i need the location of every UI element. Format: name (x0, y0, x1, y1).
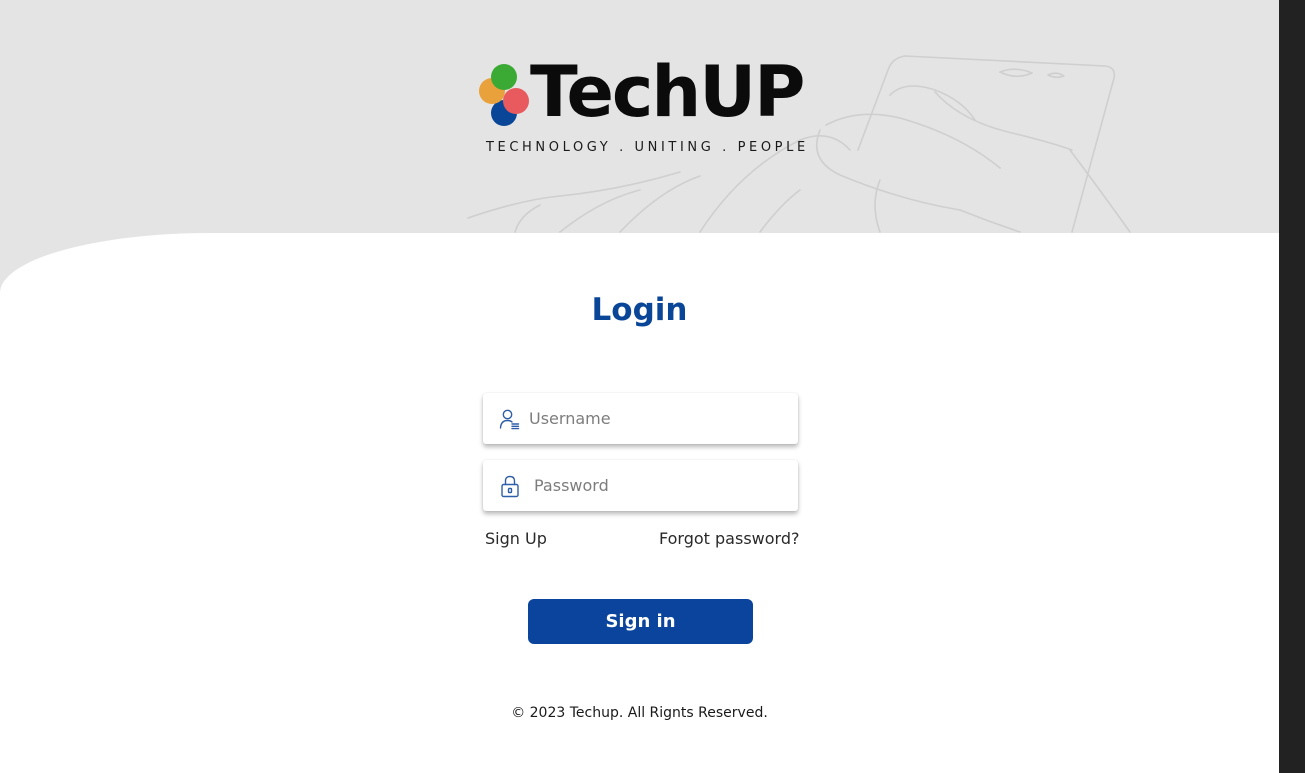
logo-wordmark: TechUP (530, 51, 805, 133)
login-page: TechUP TECHNOLOGY . UNITING . PEOPLE Log… (0, 0, 1279, 773)
user-icon (499, 409, 520, 430)
login-title: Login (591, 292, 688, 328)
copyright-footer: © 2023 Techup. All Rignts Reserved. (511, 705, 768, 721)
username-field[interactable] (483, 393, 798, 444)
password-input[interactable] (534, 460, 794, 511)
forgot-password-link[interactable]: Forgot password? (659, 529, 799, 548)
username-input[interactable] (529, 393, 789, 444)
sign-in-button[interactable]: Sign in (528, 599, 753, 644)
sign-up-link[interactable]: Sign Up (485, 529, 547, 548)
techup-logo: TechUP TECHNOLOGY . UNITING . PEOPLE (478, 52, 809, 158)
window-edge (1279, 0, 1305, 773)
password-field[interactable] (483, 460, 798, 511)
lock-icon (501, 475, 519, 498)
logo-tagline: TECHNOLOGY . UNITING . PEOPLE (486, 140, 809, 155)
logo-dots (479, 64, 529, 126)
